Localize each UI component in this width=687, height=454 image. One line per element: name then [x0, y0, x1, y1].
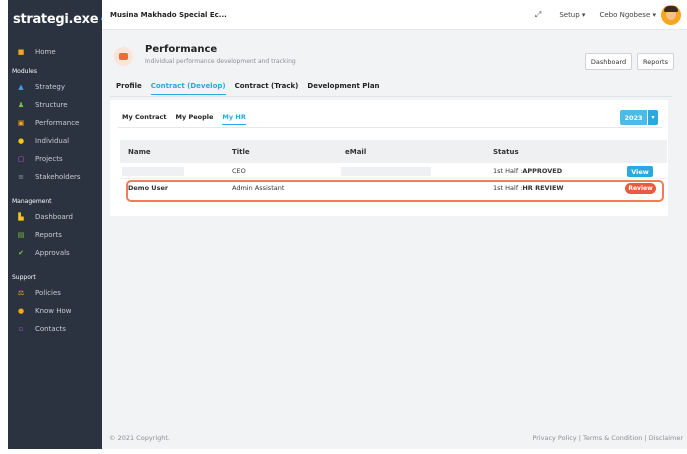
page-title: Performance [145, 44, 218, 55]
dashboard-icon: ▙ [18, 212, 24, 221]
sidebar-item-know-how[interactable]: ● Know How [8, 302, 102, 320]
logo[interactable]: strategi.exe [8, 0, 116, 38]
cell-title: Admin Assistant [232, 184, 285, 192]
sidebar-item-structure[interactable]: ♟ Structure [8, 96, 102, 114]
tab-divider [110, 96, 672, 97]
sidebar: strategi.exe ■ Home Modules ▲ Strategy ♟… [8, 0, 116, 449]
tab-development-plan[interactable]: Development Plan [307, 82, 379, 95]
sidebar-item-label: Approvals [35, 249, 70, 257]
individual-icon: ● [17, 136, 25, 145]
sidebar-item-home[interactable]: ■ Home [8, 43, 102, 61]
sidebar-section-title: Support [12, 274, 36, 281]
sidebar-item-individual[interactable]: ● Individual [8, 132, 102, 150]
cell-status: 1st Half : HR REVIEW [493, 180, 564, 196]
year-value[interactable]: 2023 [620, 110, 647, 125]
know-how-icon: ● [17, 306, 25, 315]
year-select[interactable]: 2023 ▾ [620, 110, 658, 125]
structure-icon: ♟ [17, 100, 25, 109]
sidebar-item-label: Performance [35, 119, 80, 127]
contacts-icon: ▫ [18, 324, 24, 333]
footer: © 2021 Copyright. Privacy Policy | Terms… [102, 432, 687, 444]
strategy-icon: ▲ [18, 82, 24, 91]
policies-icon: ⚖ [17, 288, 25, 297]
table-row[interactable]: Demo User Admin Assistant 1st Half : HR … [120, 180, 667, 196]
main-content: Performance Individual performance devel… [102, 30, 687, 449]
organization-name: Musina Makhado Special Ec... [110, 10, 227, 19]
user-menu[interactable]: Cebo Ngobese ▾ [599, 11, 656, 19]
sidebar-item-label: Projects [35, 155, 63, 163]
sidebar-item-strategy[interactable]: ▲ Strategy [8, 78, 102, 96]
status-value: HR REVIEW [522, 184, 564, 192]
status-value: APPROVED [522, 167, 563, 175]
view-button[interactable]: View [627, 166, 653, 177]
performance-icon: ▣ [17, 118, 25, 127]
subtab-my-hr[interactable]: My HR [222, 113, 246, 125]
performance-icon [114, 47, 133, 66]
copyright-text: © 2021 Copyright. [109, 434, 171, 442]
column-header-title[interactable]: Title [232, 140, 250, 163]
table-row[interactable]: CEO 1st Half : APPROVED View [120, 163, 667, 179]
tab-bar: Profile Contract (Develop) Contract (Tra… [116, 82, 389, 95]
sidebar-item-reports[interactable]: ▤ Reports [8, 226, 102, 244]
subtab-bar: My Contract My People My HR [122, 113, 255, 125]
cell-name: Demo User [128, 184, 169, 192]
sidebar-item-contacts[interactable]: ▫ Contacts [8, 320, 102, 338]
sidebar-item-policies[interactable]: ⚖ Policies [8, 284, 102, 302]
footer-links[interactable]: Privacy Policy | Terms & Condition | Dis… [532, 434, 683, 442]
sidebar-item-label: Stakeholders [35, 173, 81, 181]
sidebar-item-label: Reports [35, 231, 62, 239]
page-subtitle: Individual performance development and t… [145, 58, 296, 65]
status-prefix: 1st Half : [493, 184, 523, 192]
sidebar-item-label: Strategy [35, 83, 65, 91]
table-header: Name Title eMail Status [120, 140, 667, 163]
setup-menu[interactable]: Setup ▾ [559, 11, 585, 19]
dashboard-button[interactable]: Dashboard [585, 53, 632, 70]
reports-button[interactable]: Reports [637, 53, 674, 70]
sidebar-item-stakeholders[interactable]: ≡ Stakeholders [8, 168, 102, 186]
tab-contract-track[interactable]: Contract (Track) [235, 82, 299, 95]
subtab-my-contract[interactable]: My Contract [122, 113, 167, 125]
redacted-email [341, 167, 431, 176]
sidebar-item-label: Policies [35, 289, 61, 297]
avatar[interactable] [661, 4, 681, 25]
stakeholders-icon: ≡ [18, 172, 24, 181]
app-window: strategi.exe ■ Home Modules ▲ Strategy ♟… [0, 0, 687, 454]
sidebar-item-approvals[interactable]: ✔ Approvals [8, 244, 102, 262]
sidebar-item-label: Know How [35, 307, 72, 315]
cell-status: 1st Half : APPROVED [493, 163, 562, 179]
sidebar-section-title: Management [12, 198, 52, 205]
cell-title: CEO [232, 167, 246, 175]
top-bar: Musina Makhado Special Ec... ⤢ Setup ▾ C… [102, 0, 687, 30]
hr-panel: My Contract My People My HR 2023 ▾ Name … [110, 100, 668, 216]
subtab-divider [118, 127, 662, 128]
redacted-name [122, 167, 184, 176]
subtab-my-people[interactable]: My People [176, 113, 214, 125]
review-button[interactable]: Review [625, 183, 656, 194]
sidebar-item-performance[interactable]: ▣ Performance [8, 114, 102, 132]
sidebar-item-label: Contacts [35, 325, 66, 333]
sidebar-item-label: Structure [35, 101, 68, 109]
sidebar-item-label: Individual [35, 137, 70, 145]
logo-text: strategi.exe [13, 11, 99, 27]
sidebar-item-label: Dashboard [35, 213, 73, 221]
sidebar-item-dashboard[interactable]: ▙ Dashboard [8, 208, 102, 226]
projects-icon: ▢ [17, 154, 25, 163]
chevron-down-icon[interactable]: ▾ [647, 110, 658, 125]
sidebar-item-projects[interactable]: ▢ Projects [8, 150, 102, 168]
column-header-status[interactable]: Status [493, 140, 519, 163]
home-icon: ■ [17, 47, 25, 56]
tab-contract-develop[interactable]: Contract (Develop) [150, 82, 226, 95]
sidebar-section-title: Modules [12, 68, 37, 75]
status-prefix: 1st Half : [493, 167, 523, 175]
approvals-icon: ✔ [18, 248, 24, 257]
column-header-name[interactable]: Name [128, 140, 151, 163]
sidebar-item-label: Home [35, 48, 56, 56]
fullscreen-icon[interactable]: ⤢ [535, 10, 541, 20]
page-header: Performance Individual performance devel… [110, 39, 674, 73]
tab-profile[interactable]: Profile [116, 82, 142, 95]
reports-icon: ▤ [17, 230, 25, 239]
column-header-email[interactable]: eMail [345, 140, 366, 163]
